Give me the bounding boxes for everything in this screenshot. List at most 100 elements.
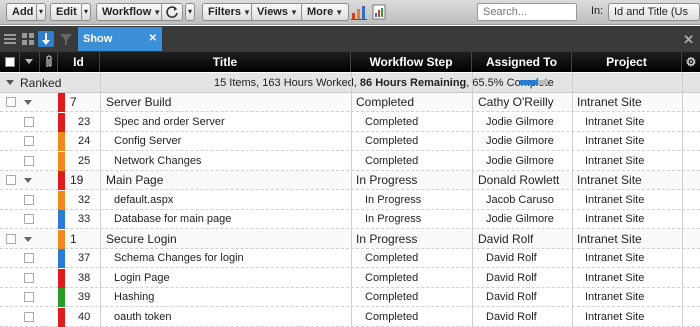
row-checkbox[interactable] (24, 136, 34, 146)
cell-project[interactable]: Intranet Site (577, 93, 677, 112)
table-row[interactable]: 23 Spec and order Server Completed Jodie Gi… (0, 112, 700, 132)
cell-project[interactable]: Intranet Site (585, 132, 685, 151)
cell-project[interactable]: Intranet Site (585, 308, 685, 327)
cell-title[interactable]: Main Page (106, 171, 342, 190)
cell-workflow-step[interactable]: In Progress (365, 191, 477, 210)
row-checkbox[interactable] (6, 233, 16, 244)
table-row[interactable]: 19 Main Page In Progress Donald Rowlett Intr… (0, 171, 700, 190)
cell-workflow-step[interactable]: Completed (365, 288, 477, 307)
cell-assigned-to[interactable]: Cathy O'Reilly (478, 93, 570, 112)
close-icon[interactable]: ✕ (149, 27, 157, 51)
cell-assigned-to[interactable]: Jodie Gilmore (486, 113, 578, 132)
more-button[interactable]: More ▼ (301, 3, 350, 21)
table-row[interactable]: 7 Server Build Completed Cathy O'Reilly Intr… (0, 93, 700, 112)
cell-project[interactable]: Intranet Site (577, 230, 677, 249)
cell-workflow-step[interactable]: Completed (365, 113, 477, 132)
filters-button[interactable]: Filters ▼ (202, 3, 257, 21)
cell-project[interactable]: Intranet Site (585, 113, 685, 132)
edit-button[interactable]: Edit (50, 3, 83, 21)
column-header-assigned-to[interactable]: Assigned To (472, 52, 572, 72)
cell-workflow-step[interactable]: In Progress (356, 230, 468, 249)
select-all-checkbox[interactable] (5, 57, 15, 67)
cell-project[interactable]: Intranet Site (585, 210, 685, 229)
column-header-workflow-step[interactable]: Workflow Step (351, 52, 472, 72)
sort-down-icon[interactable] (38, 31, 54, 47)
cell-title[interactable]: Schema Changes for login (114, 249, 350, 268)
cell-assigned-to[interactable]: Jodie Gilmore (486, 152, 578, 171)
attachment-column[interactable] (40, 52, 58, 72)
cell-title[interactable]: default.aspx (114, 191, 350, 210)
close-panel-icon[interactable]: ✕ (683, 32, 694, 48)
cell-assigned-to[interactable]: Jacob Caruso (486, 191, 578, 210)
column-header-title[interactable]: Title (100, 52, 351, 72)
refresh-dropdown-button[interactable]: ▾ (185, 3, 195, 21)
cell-workflow-step[interactable]: Completed (365, 249, 477, 268)
cell-assigned-to[interactable]: David Rolf (486, 288, 578, 307)
cell-workflow-step[interactable]: Completed (365, 132, 477, 151)
table-row[interactable]: 37 Schema Changes for login Completed David… (0, 249, 700, 268)
refresh-button[interactable] (161, 3, 183, 21)
row-checkbox[interactable] (6, 175, 16, 185)
edit-dropdown-button[interactable]: ▾ (81, 3, 91, 21)
report-icon[interactable] (371, 4, 387, 20)
expand-all-cell[interactable] (20, 52, 40, 72)
row-checkbox[interactable] (24, 292, 34, 302)
workflow-button[interactable]: Workflow ▼ (96, 3, 168, 21)
cell-assigned-to[interactable]: Jodie Gilmore (486, 132, 578, 151)
cell-project[interactable]: Intranet Site (585, 269, 685, 288)
row-checkbox[interactable] (24, 253, 34, 263)
expand-all-icon[interactable] (25, 59, 33, 64)
table-row[interactable]: 32 default.aspx In Progress Jacob Caruso Int… (0, 190, 700, 210)
select-all-cell[interactable] (0, 52, 20, 72)
cell-project[interactable]: Intranet Site (585, 288, 685, 307)
cell-project[interactable]: Intranet Site (585, 152, 685, 171)
expand-row-icon[interactable] (24, 100, 32, 105)
cell-assigned-to[interactable]: David Rolf (486, 269, 578, 288)
column-header-id[interactable]: Id (58, 52, 100, 72)
row-checkbox[interactable] (24, 194, 34, 205)
cell-workflow-step[interactable]: Completed (365, 152, 477, 171)
list-view-icon[interactable] (2, 31, 18, 47)
filter-chip-show-archived[interactable]: Show Archived ✕ (78, 27, 162, 69)
cell-title[interactable]: Config Server (114, 132, 350, 151)
cell-workflow-step[interactable]: In Progress (356, 171, 468, 190)
row-checkbox[interactable] (24, 272, 34, 283)
table-row[interactable]: 1 Secure Login In Progress David Rolf Intran… (0, 229, 700, 249)
column-settings-icon[interactable]: ⚙ (682, 52, 700, 72)
table-row[interactable]: 25 Network Changes Completed Jodie Gilmore I… (0, 151, 700, 171)
table-row[interactable]: 24 Config Server Completed Jodie Gilmore Int… (0, 132, 700, 151)
table-row[interactable]: 40 oauth token Completed David Rolf Intranet… (0, 307, 700, 327)
table-row[interactable]: 33 Database for main page In Progress Jodie… (0, 210, 700, 229)
cell-workflow-step[interactable]: Completed (365, 308, 477, 327)
column-header-project[interactable]: Project (572, 52, 682, 72)
table-row[interactable]: 39 Hashing Completed David Rolf Intranet Sit… (0, 288, 700, 307)
collapse-group-icon[interactable] (6, 80, 14, 85)
filter-icon[interactable] (58, 31, 74, 47)
cell-project[interactable]: Intranet Site (585, 191, 685, 210)
cell-title[interactable]: Hashing (114, 288, 350, 307)
row-checkbox[interactable] (24, 214, 34, 224)
cell-project[interactable]: Intranet Site (577, 171, 677, 190)
cell-assigned-to[interactable]: Donald Rowlett (478, 171, 570, 190)
cell-workflow-step[interactable]: Completed (365, 269, 477, 288)
search-scope-select[interactable]: Id and Title (Us (608, 3, 700, 21)
add-dropdown-button[interactable]: ▾ (36, 3, 46, 21)
row-checkbox[interactable] (24, 311, 34, 322)
cell-workflow-step[interactable]: Completed (356, 93, 468, 112)
cell-title[interactable]: Network Changes (114, 152, 350, 171)
row-checkbox[interactable] (24, 155, 34, 166)
cell-title[interactable]: Login Page (114, 269, 350, 288)
cell-workflow-step[interactable]: In Progress (365, 210, 477, 229)
add-button[interactable]: Add (6, 3, 40, 21)
table-row[interactable]: 38 Login Page Completed David Rolf Intranet … (0, 268, 700, 288)
cell-title[interactable]: Secure Login (106, 230, 342, 249)
group-row-ranked[interactable]: Ranked 15 Items, 163 Hours Worked, 86 Ho… (0, 73, 700, 93)
expand-row-icon[interactable] (24, 236, 32, 242)
chart-icon[interactable] (351, 4, 367, 20)
card-view-icon[interactable] (20, 31, 36, 47)
row-checkbox[interactable] (6, 97, 16, 107)
cell-title[interactable]: oauth token (114, 308, 350, 327)
expand-row-icon[interactable] (24, 178, 32, 183)
cell-assigned-to[interactable]: Jodie Gilmore (486, 210, 578, 229)
row-checkbox[interactable] (24, 116, 34, 127)
